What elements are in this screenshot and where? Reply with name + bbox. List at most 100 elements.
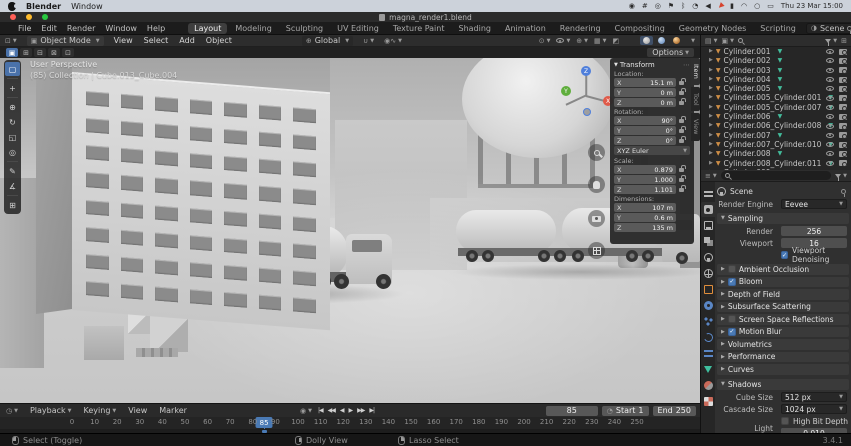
collection-filter-dropdown[interactable]: ▣▼: [721, 37, 733, 45]
spotlight-icon[interactable]: ○: [754, 1, 760, 11]
next-keyframe-button[interactable]: ▶▶: [357, 407, 364, 414]
disable-in-render-icon[interactable]: [839, 77, 847, 83]
timeline-menu-playback[interactable]: Playback▼: [30, 406, 72, 415]
mode-dropdown[interactable]: ▣ Object Mode▼: [27, 36, 104, 46]
hide-in-viewport-icon[interactable]: [826, 58, 834, 63]
options-button[interactable]: Options▼: [647, 48, 694, 57]
outliner-row[interactable]: ▶ ▼ Cylinder.008_Cylinder.011 ▼: [701, 159, 851, 168]
prev-keyframe-button[interactable]: ◀◀: [328, 407, 335, 414]
transform-tool[interactable]: ◎: [5, 145, 20, 159]
panel-header[interactable]: ▶ Curves: [717, 364, 849, 375]
disable-in-render-icon[interactable]: [839, 58, 847, 64]
hide-in-viewport-icon[interactable]: [826, 86, 834, 91]
panel-header[interactable]: ▶ Performance: [717, 352, 849, 363]
rotation-row[interactable]: X90°: [614, 116, 690, 125]
start-frame-field[interactable]: ◔Start1: [602, 406, 649, 416]
volume-icon[interactable]: ◀: [705, 1, 710, 11]
outliner-row[interactable]: ▶ ▼ Cylinder.005_Cylinder.001 ▼: [701, 93, 851, 102]
overlays-toggle[interactable]: ▦▼: [594, 37, 606, 45]
disable-in-render-icon[interactable]: [839, 67, 847, 73]
location-row[interactable]: Y0 m: [614, 88, 690, 97]
location-row[interactable]: Z0 m: [614, 98, 690, 107]
disable-in-render-icon[interactable]: [839, 104, 847, 110]
tool-tab[interactable]: [701, 186, 715, 201]
battery-icon[interactable]: ▮: [730, 1, 734, 11]
viewport-menu-view[interactable]: View: [114, 36, 133, 45]
outliner-row[interactable]: ▶ ▼ Cylinder.003 ▼: [701, 66, 851, 75]
scale-row[interactable]: X0.879: [614, 165, 690, 174]
shading-dropdown[interactable]: ▼: [691, 38, 695, 44]
dimensions-row[interactable]: X107 m: [614, 203, 690, 212]
lock-icon[interactable]: [679, 188, 684, 192]
scale-row[interactable]: Z1.101: [614, 185, 690, 194]
workspace-tab[interactable]: Geometry Nodes: [673, 23, 752, 34]
scene-selector[interactable]: ◑ Scene ▣ ×: [806, 23, 851, 34]
rendered-shading-icon[interactable]: [670, 36, 683, 45]
material-tab[interactable]: [701, 378, 715, 393]
viewport-menu-select[interactable]: Select: [144, 36, 169, 45]
sampling-value-field[interactable]: 256: [781, 226, 847, 236]
workspace-tab[interactable]: Sculpting: [280, 23, 329, 34]
measure-tool[interactable]: ∡: [5, 179, 20, 193]
sidebar-tab-tool[interactable]: Tool: [691, 87, 700, 112]
hide-in-viewport-icon[interactable]: [826, 133, 834, 138]
add-cube-tool[interactable]: ⊞: [5, 198, 20, 212]
expand-icon[interactable]: ▶: [709, 112, 713, 121]
rotation-row[interactable]: Z0°: [614, 136, 690, 145]
scene-tab[interactable]: [701, 250, 715, 265]
pivot-point-dropdown[interactable]: ⊙▼: [539, 37, 551, 45]
world-tab[interactable]: [701, 266, 715, 281]
expand-icon[interactable]: ▶: [709, 93, 713, 102]
viewport-3d[interactable]: User Perspective (85) Collection | Cube.…: [0, 58, 700, 403]
hide-in-viewport-icon[interactable]: [826, 49, 834, 54]
dimensions-row[interactable]: Z135 m: [614, 223, 690, 232]
outliner-row[interactable]: ▶ ▼ Cylinder.007_Cylinder.010 ▼: [701, 140, 851, 149]
outliner-row[interactable]: ▶ ▼ Cylinder.008 ▼: [701, 149, 851, 158]
render-tab[interactable]: [701, 202, 715, 217]
panel-checkbox[interactable]: [728, 265, 736, 273]
disable-in-render-icon[interactable]: [839, 49, 847, 55]
zoom-view-button[interactable]: [588, 144, 605, 161]
outliner-row[interactable]: ▶ ▼ Cylinder.005_Cylinder.007 ▼: [701, 103, 851, 112]
disable-in-render-icon[interactable]: [839, 151, 847, 157]
shadow-dropdown[interactable]: 512 px▼: [781, 392, 847, 402]
outliner-row[interactable]: ▶ ▼ Cylinder.006 ▼: [701, 112, 851, 121]
shield-check-icon[interactable]: ◉: [629, 1, 635, 11]
filter-dropdown[interactable]: ▼: [825, 38, 837, 44]
select-mode-intersect-icon[interactable]: ⊡: [62, 48, 74, 57]
panel-header[interactable]: ▶ Volumetrics: [717, 339, 849, 350]
rotation-row[interactable]: Y0°: [614, 126, 690, 135]
lock-icon[interactable]: [679, 91, 684, 95]
rotate-tool[interactable]: ↻: [5, 115, 20, 129]
expand-icon[interactable]: ▶: [709, 121, 713, 130]
dimensions-row[interactable]: Y0.6 m: [614, 213, 690, 222]
workspace-tab[interactable]: Shading: [452, 23, 497, 34]
cursor-tool[interactable]: +: [5, 81, 20, 95]
shadow-checkbox[interactable]: High Bit Depth: [781, 416, 848, 426]
transform-orientation-dropdown[interactable]: ⊕ Global▼: [302, 36, 353, 46]
bluetooth-icon[interactable]: ᛒ: [681, 1, 685, 11]
location-row[interactable]: X15.1 m: [614, 78, 690, 87]
menubar-clock[interactable]: Thu 23 Mar 15:00: [781, 2, 843, 10]
hide-in-viewport-icon[interactable]: [826, 151, 834, 156]
disable-in-render-icon[interactable]: [839, 123, 847, 129]
pin-icon[interactable]: [841, 189, 846, 194]
outliner-row[interactable]: ▶ ▼ Cylinder.004 ▼: [701, 75, 851, 84]
panel-header[interactable]: ▶ ✓ Bloom: [717, 277, 849, 288]
timeline-menu-keying[interactable]: Keying▼: [84, 406, 117, 415]
select-mode-invert-icon[interactable]: ⊠: [48, 48, 60, 57]
disable-in-render-icon[interactable]: [839, 160, 847, 166]
workspace-tab[interactable]: UV Editing: [331, 23, 385, 34]
panel-checkbox[interactable]: [728, 315, 736, 323]
panel-header[interactable]: ▶ Depth of Field: [717, 289, 849, 300]
expand-icon[interactable]: ▶: [709, 66, 713, 75]
wifi-icon[interactable]: ◠: [741, 1, 747, 11]
select-mode-new-icon[interactable]: ▣: [6, 48, 18, 57]
outliner-row[interactable]: ▶ ▼ Cylinder.006_Cylinder.008 ▼: [701, 121, 851, 130]
jump-to-start-button[interactable]: |◀: [318, 407, 323, 414]
lock-icon[interactable]: [679, 168, 684, 172]
timeline-menu-marker[interactable]: Marker: [159, 406, 187, 415]
panel-header[interactable]: ▶ ✓ Motion Blur: [717, 327, 849, 338]
snap-toggle[interactable]: ∪▼: [363, 37, 374, 45]
modifiers-tab[interactable]: [701, 298, 715, 313]
